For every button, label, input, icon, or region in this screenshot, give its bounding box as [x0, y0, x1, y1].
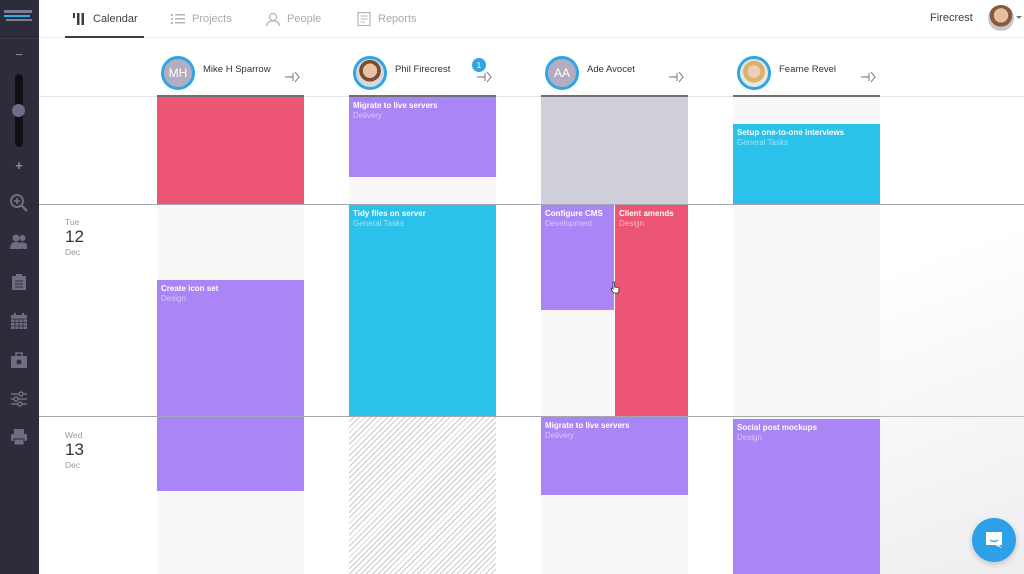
task-block[interactable] — [157, 97, 304, 204]
clipboard-icon[interactable] — [9, 272, 29, 292]
tab-reports[interactable]: Reports — [356, 0, 417, 38]
date-label-13: Wed 13 Dec — [65, 430, 84, 470]
zoom-out-button[interactable]: − — [14, 48, 24, 61]
tab-projects[interactable]: Projects — [170, 0, 232, 38]
task-project: General Tasks — [353, 219, 404, 228]
calendar-grid: MH Mike H Sparrow Phil Firecrest 1 AA Ad… — [39, 39, 1024, 574]
task-project: Development — [545, 219, 593, 228]
tab-calendar[interactable]: Calendar — [65, 0, 144, 38]
list-icon — [170, 12, 186, 26]
pin-icon[interactable] — [285, 71, 301, 83]
zoom-in-button[interactable]: + — [14, 159, 24, 172]
task-block[interactable]: Migrate to live servers Delivery — [349, 97, 496, 177]
tab-reports-label: Reports — [378, 13, 417, 25]
task-block[interactable]: Client amends Design — [615, 205, 688, 416]
column-header-line — [733, 95, 880, 97]
task-project: Delivery — [545, 431, 574, 440]
task-title: Client amends — [619, 209, 674, 218]
task-block[interactable]: Migrate to live servers Delivery — [541, 417, 688, 495]
month: Dec — [65, 460, 81, 470]
task-project: Design — [161, 294, 186, 303]
task-title: Configure CMS — [545, 209, 603, 218]
avatar: AA — [545, 56, 579, 90]
day-divider — [39, 416, 1024, 417]
tab-people[interactable]: People — [265, 0, 321, 38]
chat-button[interactable] — [972, 518, 1016, 562]
avatar: MH — [161, 56, 195, 90]
task-block[interactable] — [541, 97, 688, 204]
task-project: Delivery — [353, 111, 382, 120]
person-name: Phil Firecrest — [395, 64, 451, 75]
user-avatar[interactable] — [988, 5, 1014, 31]
people-icon[interactable] — [9, 232, 29, 252]
day-of-week: Wed — [65, 430, 83, 440]
active-tab-indicator — [65, 36, 144, 38]
tab-projects-label: Projects — [192, 13, 232, 25]
menu-logo-icon[interactable] — [4, 10, 32, 22]
day-number: 13 — [65, 440, 84, 459]
pin-icon[interactable] — [669, 71, 685, 83]
person-name: Mike H Sparrow — [203, 64, 271, 75]
tab-calendar-label: Calendar — [93, 13, 138, 25]
calendar-bars-icon — [71, 12, 87, 26]
sidebar: − + — [0, 0, 39, 574]
person-name: Fearne Revel — [779, 64, 837, 75]
tab-people-label: People — [287, 13, 322, 25]
pin-icon[interactable] — [477, 71, 493, 83]
person-icon — [265, 12, 281, 27]
pin-icon[interactable] — [861, 71, 877, 83]
task-block[interactable]: Social post mockups Design — [733, 419, 880, 574]
chat-icon — [986, 532, 1002, 548]
day-divider — [39, 204, 1024, 205]
person-name: Ade Avocet — [587, 64, 635, 75]
date-label-12: Tue 12 Dec — [65, 217, 84, 257]
zoom-in-icon[interactable] — [9, 193, 29, 213]
report-icon — [356, 11, 372, 27]
chevron-down-icon[interactable] — [1016, 16, 1022, 19]
calendar-icon[interactable] — [9, 311, 29, 331]
day-of-week: Tue — [65, 217, 80, 227]
task-block[interactable]: Configure CMS Development — [541, 205, 614, 310]
unavailable-block — [349, 417, 496, 574]
task-title: Social post mockups — [737, 423, 818, 432]
hand-cursor-icon — [610, 281, 620, 294]
task-title: Migrate to live servers — [353, 101, 438, 110]
user-name[interactable]: Firecrest — [930, 12, 973, 24]
task-project: Design — [619, 219, 644, 228]
sliders-icon[interactable] — [9, 389, 29, 409]
task-block[interactable]: Setup one-to-one interviews General Task… — [733, 124, 880, 204]
avatar — [737, 56, 771, 90]
task-block[interactable]: Create icon set Design — [157, 280, 304, 491]
printer-icon[interactable] — [9, 427, 29, 447]
zoom-slider-handle[interactable] — [12, 104, 25, 117]
task-title: Create icon set — [161, 284, 219, 293]
task-title: Setup one-to-one interviews — [737, 128, 845, 137]
sidebar-divider — [0, 38, 39, 39]
top-navigation: Calendar Projects People Reports — [39, 0, 1024, 38]
task-block[interactable]: Tidy files on server General Tasks — [349, 205, 496, 416]
suitcase-icon[interactable] — [9, 350, 29, 370]
task-project: General Tasks — [737, 138, 788, 147]
task-title: Migrate to live servers — [545, 421, 630, 430]
day-number: 12 — [65, 227, 84, 246]
avatar — [353, 56, 387, 90]
task-title: Tidy files on server — [353, 209, 426, 218]
notification-badge: 1 — [472, 58, 486, 72]
month: Dec — [65, 247, 81, 257]
task-project: Design — [737, 433, 762, 442]
